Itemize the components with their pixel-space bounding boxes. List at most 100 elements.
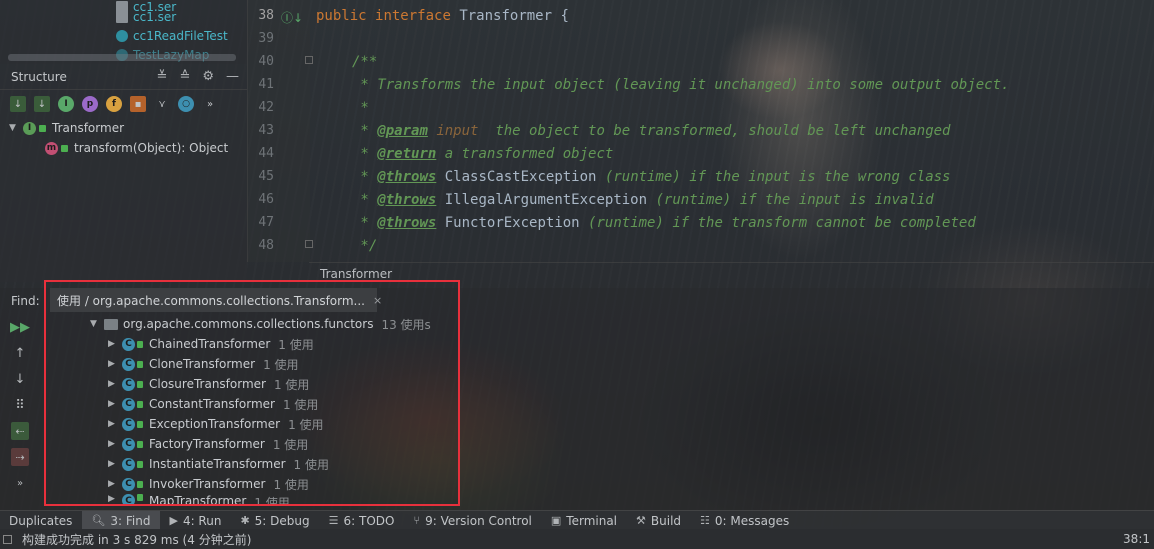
expand-arrow-icon[interactable]: ▼ (9, 123, 23, 133)
horizontal-scrollbar[interactable] (8, 54, 236, 61)
doc-text: (runtime) if the input is the wrong clas… (604, 169, 951, 185)
result-row[interactable]: ▶ C ConstantTransformer 1 使用 (90, 394, 431, 414)
doc-text: (runtime) if the transform cannot be com… (588, 215, 976, 231)
status-message[interactable]: 构建成功完成 in 3 s 829 ms (4 分钟之前) (22, 531, 1123, 548)
messages-tab[interactable]: ☷ 0: Messages (691, 511, 799, 530)
doc-comment-line: * Transforms the input object (leaving i… (352, 77, 1010, 93)
line-number: 43 (258, 123, 274, 138)
version-control-tab-label: 9: Version Control (425, 513, 532, 528)
doc-text: a transformed object (444, 146, 614, 162)
line-number: 40 (258, 54, 274, 69)
rerun-icon[interactable]: ▶▶ (10, 318, 30, 336)
version-control-tab[interactable]: ⑂ 9: Version Control (404, 511, 541, 530)
expand-arrow-icon[interactable]: ▶ (108, 419, 122, 429)
close-tab-icon[interactable]: × (373, 294, 382, 307)
export-icon[interactable]: ⇢ (11, 448, 29, 466)
structure-tree-row[interactable]: m transform(Object): Object (0, 138, 247, 158)
build-tab-label: Build (650, 513, 682, 528)
expand-arrow-icon[interactable]: ▼ (90, 319, 104, 329)
file-icon (116, 11, 128, 23)
project-item[interactable]: cc1.ser (116, 8, 176, 26)
build-tab[interactable]: ⚒ Build (627, 511, 691, 530)
sort-by-visibility-icon[interactable]: ↓ (10, 96, 26, 112)
find-tab[interactable]: 🔍︎ 3: Find (82, 511, 161, 530)
fold-marker-icon[interactable] (305, 240, 313, 248)
terminal-tab[interactable]: ▣ Terminal (542, 511, 627, 530)
expand-arrow-icon[interactable]: ▶ (108, 494, 122, 504)
line-number: 46 (258, 192, 274, 207)
line-number: 45 (258, 169, 274, 184)
class-icon: C (122, 357, 135, 371)
caret-position[interactable]: 38:1 (1123, 532, 1150, 546)
expand-arrow-icon[interactable]: ▶ (108, 439, 122, 449)
minimize-icon[interactable]: — (226, 69, 239, 84)
more-icon[interactable]: » (202, 96, 218, 112)
sort-alphabetically-icon[interactable]: ↓ (34, 96, 50, 112)
result-row[interactable]: ▶ C MapTransformer 1 使用 (90, 494, 431, 504)
implementations-gutter-icon[interactable]: Ⓘ↓ (281, 9, 303, 26)
collapse-all-icon[interactable]: ≙ (179, 69, 190, 84)
duplicates-tab[interactable]: Duplicates (0, 511, 82, 530)
status-toggle-icon[interactable] (3, 534, 12, 544)
doc-comment-line: * @param input the object to be transfor… (352, 123, 951, 139)
fold-marker-icon[interactable] (305, 56, 313, 64)
expand-arrow-icon[interactable]: ▶ (108, 459, 122, 469)
class-icon: C (122, 457, 135, 471)
public-lock-icon (137, 494, 143, 501)
show-non-public-icon[interactable]: ▪ (130, 96, 146, 112)
terminal-icon: ▣ (550, 514, 562, 527)
expand-arrow-icon[interactable]: ▶ (108, 339, 122, 349)
editor-breadcrumb[interactable]: Transformer (320, 267, 392, 281)
package-row[interactable]: ▼ org.apache.commons.collections.functor… (90, 314, 431, 334)
expand-arrow-icon[interactable]: ▶ (108, 379, 122, 389)
show-properties-icon[interactable]: p (82, 96, 98, 112)
result-row[interactable]: ▶ C FactoryTransformer 1 使用 (90, 434, 431, 454)
result-class-name: InvokerTransformer (149, 477, 266, 491)
list-icon: ☰ (328, 514, 339, 527)
find-tab-label: 3: Find (110, 513, 151, 528)
expand-arrow-icon[interactable]: ▶ (108, 479, 122, 489)
show-anonymous-icon[interactable]: ○ (178, 96, 194, 112)
result-class-name: ConstantTransformer (149, 397, 275, 411)
result-row[interactable]: ▶ C InstantiateTransformer 1 使用 (90, 454, 431, 474)
more-icon[interactable]: » (11, 474, 29, 492)
debug-tab[interactable]: ✱ 5: Debug (231, 511, 319, 530)
exception-name: IllegalArgumentException (444, 192, 648, 208)
public-lock-icon (137, 460, 143, 468)
doc-tag: @return (377, 146, 437, 162)
find-results-tab[interactable]: 使用 / org.apache.commons.collections.Tran… (50, 288, 382, 312)
result-row[interactable]: ▶ C ChainedTransformer 1 使用 (90, 334, 431, 354)
line-number: 44 (258, 146, 274, 161)
result-row[interactable]: ▶ C ExceptionTransformer 1 使用 (90, 414, 431, 434)
todo-tab[interactable]: ☰ 6: TODO (320, 511, 405, 530)
show-inherited-icon[interactable]: I (58, 96, 74, 112)
package-name: org.apache.commons.collections.functors (123, 317, 374, 331)
previous-occurrence-icon[interactable]: ↑ (11, 344, 29, 362)
result-row[interactable]: ▶ C InvokerTransformer 1 使用 (90, 474, 431, 494)
find-tool-window: Find: 使用 / org.apache.commons.collection… (0, 288, 1154, 510)
gear-icon[interactable]: ⚙ (202, 69, 214, 84)
keyword: public (316, 8, 367, 24)
show-lambdas-icon[interactable]: ⋎ (154, 96, 170, 112)
class-name: Transformer (459, 8, 553, 24)
result-class-name: FactoryTransformer (149, 437, 265, 451)
expand-arrow-icon[interactable]: ▶ (108, 399, 122, 409)
doc-text: (runtime) if the input is invalid (655, 192, 934, 208)
public-lock-icon (137, 480, 143, 488)
result-row[interactable]: ▶ C ClosureTransformer 1 使用 (90, 374, 431, 394)
structure-tree-row[interactable]: ▼ I Transformer (0, 118, 247, 138)
project-item[interactable]: cc1ReadFileTest (116, 27, 228, 45)
editor-divider (309, 262, 1154, 263)
expand-arrow-icon[interactable]: ▶ (108, 359, 122, 369)
group-icon[interactable]: ⠿ (11, 396, 29, 414)
import-icon[interactable]: ⇠ (11, 422, 29, 440)
expand-all-icon[interactable]: ≚ (157, 69, 168, 84)
result-row[interactable]: ▶ C CloneTransformer 1 使用 (90, 354, 431, 374)
run-tab[interactable]: ▶ 4: Run (160, 511, 231, 530)
next-occurrence-icon[interactable]: ↓ (11, 370, 29, 388)
debug-tab-label: 5: Debug (254, 513, 310, 528)
line-number: 39 (258, 31, 274, 46)
show-fields-icon[interactable]: f (106, 96, 122, 112)
class-icon: C (122, 337, 135, 351)
usage-count: 1 使用 (263, 357, 299, 372)
